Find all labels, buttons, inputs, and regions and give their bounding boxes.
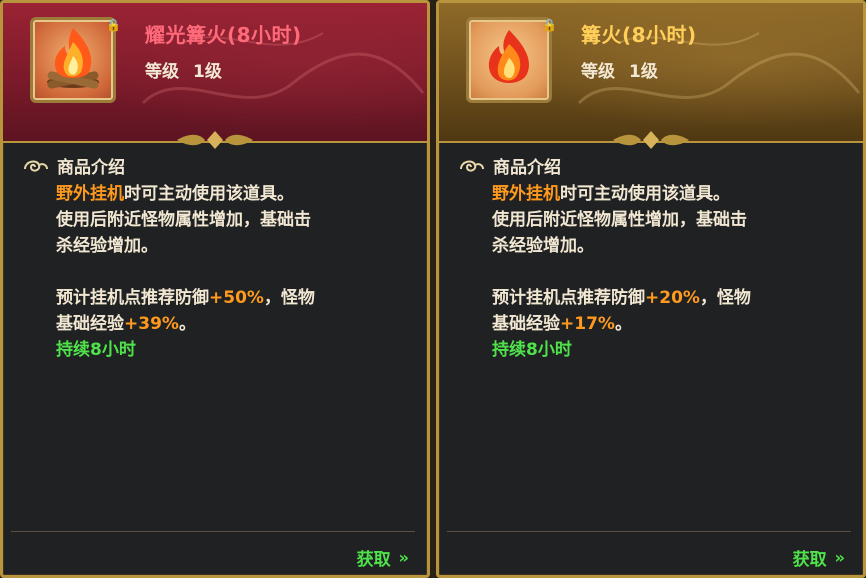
bonus-exp-value: +17% — [560, 314, 615, 334]
get-button[interactable]: 获取 » — [357, 545, 409, 570]
duration-text: 持续8小时 — [492, 340, 572, 360]
item-level: 等级 1级 — [581, 57, 658, 82]
item-icon-frame[interactable] — [466, 17, 552, 103]
cloud-swirl-icon — [24, 160, 48, 172]
flame-icon — [488, 30, 529, 83]
double-chevron-right-icon: » — [398, 548, 409, 567]
item-description: 野外挂机时可主动使用该道具。 使用后附近怪物属性增加，基础击 杀经验增加。 预计… — [56, 181, 396, 363]
desc-text: 时可主动使用该道具。 — [124, 184, 294, 204]
item-card-glowing-campfire: 🔒 耀光篝火(8小时) 等级 1级 商品介绍 野外挂机时可主动使用该道具。 使用后… — [0, 0, 430, 578]
bonus-prefix: 预计挂机点推荐防御 — [56, 288, 209, 308]
bonus-line: 基础经验+39%。 — [56, 311, 396, 337]
cloud-swirl-icon — [460, 160, 484, 172]
item-title: 耀光篝火(8小时) — [145, 23, 302, 47]
highlight-text: 野外挂机 — [492, 184, 560, 204]
item-card-campfire: 🔒 篝火(8小时) 等级 1级 商品介绍 野外挂机时可主动使用该道具。 使用后附近… — [436, 0, 866, 578]
bonus-defense-value: +50% — [209, 288, 264, 308]
bonus-end: 。 — [614, 314, 632, 334]
bonus-exp-value: +39% — [124, 314, 179, 334]
level-value: 1级 — [629, 62, 658, 82]
level-value: 1级 — [193, 62, 222, 82]
header-ornament-icon — [613, 131, 689, 149]
bonus-defense-value: +20% — [645, 288, 700, 308]
get-button[interactable]: 获取 » — [793, 545, 845, 570]
item-level: 等级 1级 — [145, 57, 222, 82]
bonus-line: 预计挂机点推荐防御+50%，怪物 — [56, 285, 396, 311]
duration-text: 持续8小时 — [56, 340, 136, 360]
desc-text: 时可主动使用该道具。 — [560, 184, 730, 204]
get-label: 获取 — [792, 550, 827, 570]
header-ornament-icon — [177, 131, 253, 149]
bonus-exp-prefix: 基础经验 — [492, 314, 560, 334]
section-title: 商品介绍 — [493, 158, 561, 178]
bonus-line: 预计挂机点推荐防御+20%，怪物 — [492, 285, 832, 311]
lock-icon: 🔒 — [106, 18, 121, 32]
description-line: 使用后附近怪物属性增加，基础击 — [56, 210, 311, 230]
section-title: 商品介绍 — [57, 158, 125, 178]
item-description: 野外挂机时可主动使用该道具。 使用后附近怪物属性增加，基础击 杀经验增加。 预计… — [492, 181, 832, 363]
bonus-line: 基础经验+17%。 — [492, 311, 832, 337]
highlight-text: 野外挂机 — [56, 184, 124, 204]
bonus-mid: ，怪物 — [263, 288, 315, 308]
description-line: 野外挂机时可主动使用该道具。 — [56, 181, 396, 207]
description-line: 杀经验增加。 — [492, 236, 594, 256]
section-header: 商品介绍 — [21, 153, 125, 178]
level-label: 等级 — [145, 62, 179, 82]
card-header: 🔒 篝火(8小时) 等级 1级 — [439, 3, 863, 143]
item-title: 篝火(8小时) — [581, 23, 697, 47]
divider — [11, 531, 415, 532]
bonus-end: 。 — [178, 314, 196, 334]
get-label: 获取 — [356, 550, 391, 570]
description-line: 野外挂机时可主动使用该道具。 — [492, 181, 832, 207]
description-line: 杀经验增加。 — [56, 236, 158, 256]
item-icon-frame[interactable] — [30, 17, 116, 103]
description-line: 使用后附近怪物属性增加，基础击 — [492, 210, 747, 230]
lock-icon: 🔒 — [542, 18, 557, 32]
bonus-prefix: 预计挂机点推荐防御 — [492, 288, 645, 308]
divider — [447, 531, 851, 532]
bonus-exp-prefix: 基础经验 — [56, 314, 124, 334]
campfire-icon — [47, 28, 99, 89]
double-chevron-right-icon: » — [834, 548, 845, 567]
level-label: 等级 — [581, 62, 615, 82]
bonus-mid: ，怪物 — [699, 288, 751, 308]
section-header: 商品介绍 — [457, 153, 561, 178]
card-header: 🔒 耀光篝火(8小时) 等级 1级 — [3, 3, 427, 143]
